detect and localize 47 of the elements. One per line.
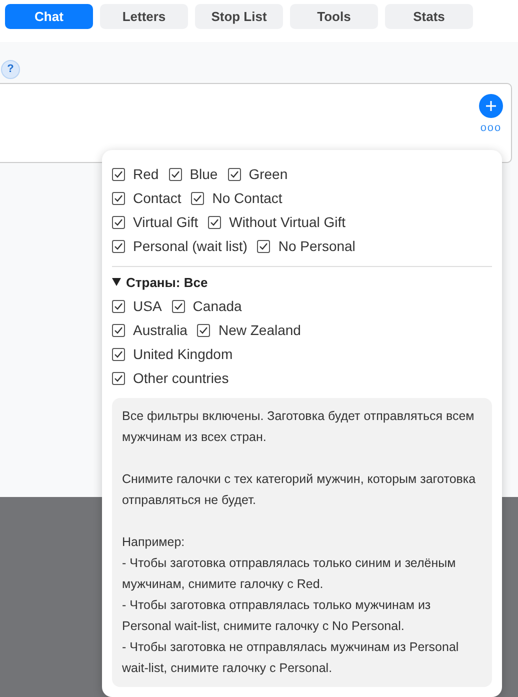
plus-icon <box>486 100 496 110</box>
checkbox[interactable] <box>228 168 241 180</box>
checkbox[interactable] <box>197 324 210 336</box>
countries-toggle[interactable]: Страны: Все <box>112 273 492 291</box>
triangle-icon <box>112 278 121 286</box>
hint-text: - Чтобы заготовка не отправлялась мужчинам из Personal wait-list, снимите галочку с Personal. <box>122 639 460 677</box>
checkbox[interactable] <box>172 300 185 312</box>
tab[interactable]: Chat <box>5 4 93 29</box>
checkbox-label: Contact <box>133 190 182 206</box>
hint-text: Все фильтры включены. Заготовка будет отправляться всем мужчинам из всех стран. <box>122 408 476 446</box>
checkbox-label: Personal (wait list) <box>133 238 248 254</box>
section-title: Страны: Все <box>126 274 208 290</box>
checkbox[interactable] <box>112 324 125 336</box>
checkbox-label: Australia <box>133 322 188 338</box>
checkbox[interactable] <box>257 240 270 252</box>
hint-text: Снимите галочки с тех категорий мужчин, которым заготовка отправляться не будет. <box>122 471 477 509</box>
checkbox-label: Without Virtual Gift <box>229 214 346 230</box>
checkbox-label: Green <box>248 166 288 182</box>
checkbox-label: Other countries <box>133 370 229 386</box>
checkbox[interactable] <box>112 372 125 384</box>
checkbox-label: United Kingdom <box>133 346 233 362</box>
add-button[interactable] <box>479 94 503 118</box>
tab[interactable]: Tools <box>290 4 378 29</box>
tab[interactable]: Stop List <box>195 4 283 29</box>
checkbox[interactable] <box>112 240 125 252</box>
checkbox[interactable] <box>191 192 204 204</box>
hint-text: Например: <box>122 534 186 551</box>
checkbox-label: New Zealand <box>218 322 301 338</box>
checkbox-label: Blue <box>190 166 218 182</box>
checkbox-label: Canada <box>192 298 242 314</box>
checkbox-label: Red <box>133 166 159 182</box>
checkbox-label: No Contact <box>212 190 282 206</box>
hint-text: - Чтобы заготовка отправлялась только мужчинам из Personal wait-list, снимите галочку с No Personal. <box>122 597 432 635</box>
checkbox[interactable] <box>112 192 125 204</box>
checkbox-label: No Personal <box>278 238 356 254</box>
hint-text: - Чтобы заготовка отправлялась только синим и зелёным мужчинам, снимите галочку с Red. <box>122 555 457 593</box>
checkbox[interactable] <box>168 168 182 180</box>
checkbox[interactable] <box>112 168 125 180</box>
tab[interactable]: Letters <box>100 4 188 29</box>
checkbox[interactable] <box>112 216 125 228</box>
checkbox-label: USA <box>133 298 162 314</box>
checkbox[interactable] <box>112 300 125 312</box>
checkbox[interactable] <box>208 216 222 228</box>
help-badge[interactable]: ? <box>1 60 20 78</box>
tab[interactable]: Stats <box>385 4 473 29</box>
checkbox[interactable] <box>112 348 125 360</box>
checkbox-label: Virtual Gift <box>133 214 198 230</box>
